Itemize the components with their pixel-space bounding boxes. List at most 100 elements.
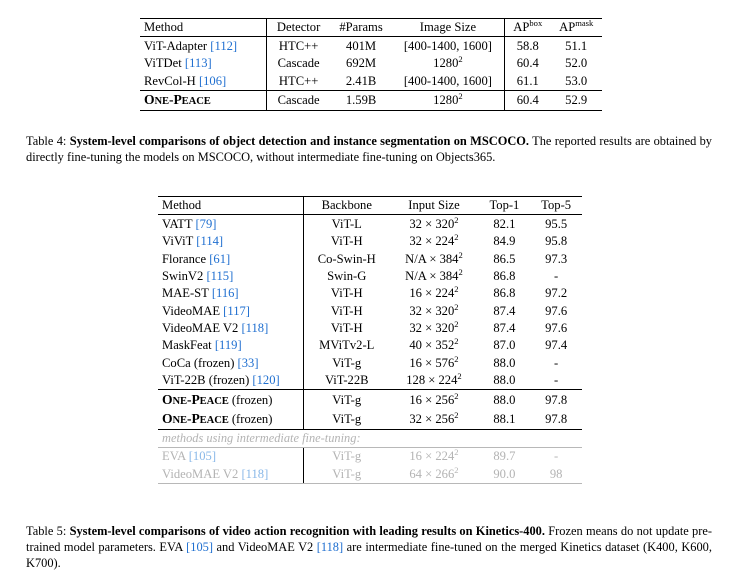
table-5-r3-top1: 86.8 <box>493 268 516 283</box>
table-5-r4-method: MAE-ST [116] <box>158 285 304 302</box>
table-5-r5-method: VideoMAE [117] <box>158 302 304 319</box>
citation-link[interactable]: [33] <box>238 356 259 370</box>
input-size-sup: 2 <box>454 284 459 295</box>
table-5-r0-method: VATT [79] <box>158 215 304 233</box>
table-4-body: ViT-Adapter [112] HTC++ 401M [400-1400, … <box>140 36 602 111</box>
table-5-r2-method: Florance [61] <box>158 250 304 267</box>
table-5-r8-top1: 88.0 <box>493 355 516 370</box>
image-size-base: 1280 <box>433 56 459 71</box>
citation-link[interactable]: [114] <box>196 234 223 248</box>
table-5-col-method: Method <box>158 195 304 216</box>
table-5-r5-top5: 97.6 <box>545 303 568 318</box>
caption-5-rest-2: and VideoMAE V2 <box>216 540 314 554</box>
table-4-r1-image-size: 12802 <box>392 55 505 72</box>
table-row: ViTDet [113] Cascade 692M 12802 60.4 52.… <box>140 54 602 73</box>
table-4-col-method: Method <box>140 17 267 38</box>
table-5-r1-top5: 95.8 <box>545 234 568 249</box>
table-5-r0-top1: 82.1 <box>493 216 516 231</box>
table-5-r3-top5: - <box>554 268 559 283</box>
table-5-r5-backbone: ViT-H <box>303 302 390 320</box>
citation-link[interactable]: [118] <box>241 321 268 335</box>
one-peace-logo: ONE-PEACE <box>162 392 229 407</box>
citation-link[interactable]: [79] <box>195 217 216 231</box>
table-5-r4-top5: 97.2 <box>545 286 568 301</box>
table-5-r4-backbone: ViT-H <box>303 284 390 303</box>
citation-link[interactable]: [61] <box>209 252 230 266</box>
logo-eace: EACE <box>199 395 229 407</box>
table-4-r2-params: 2.41B <box>330 72 392 91</box>
one-peace-logo: ONE-PEACE <box>162 411 229 426</box>
table-4-r0-ap-box: 58.8 <box>504 36 551 55</box>
input-size-sup: 2 <box>454 301 459 312</box>
input-size-sup: 2 <box>454 447 459 458</box>
citation-link[interactable]: [120] <box>252 373 279 387</box>
method-name: RevCol-H <box>144 73 196 88</box>
table-5-r7-backbone: MViTv2-L <box>303 337 390 355</box>
table-5-ours1-top1: 88.1 <box>478 409 531 430</box>
table-5-f0-top1: 89.7 <box>493 449 516 464</box>
table-row: MAE-ST [116] ViT-H 16 × 2242 86.8 97.2 <box>158 284 582 303</box>
table-4-ours-ap-box: 60.4 <box>504 90 551 111</box>
table-row: EVA [105] ViT-g 16 × 2242 89.7 - <box>158 447 582 466</box>
frozen-suffix: (frozen) <box>228 411 273 426</box>
table-4-col-ap-mask: APmask <box>550 17 602 38</box>
citation-link[interactable]: [119] <box>215 338 242 352</box>
method-name: CoCa (frozen) <box>162 355 235 370</box>
citation-link[interactable]: [117] <box>223 304 250 318</box>
paper-page: Method Detector #Params Image Size APbox… <box>0 0 737 573</box>
table-5-r9-backbone: ViT-22B <box>303 371 390 391</box>
table-5-f1-method: VideoMAE V2 [118] <box>158 465 304 484</box>
table-5-f0-backbone: ViT-g <box>303 447 390 466</box>
table-4-ours-row: ONE-PEACE Cascade 1.59B 12802 60.4 52.9 <box>140 90 602 111</box>
table-4-ours-detector: Cascade <box>265 90 331 111</box>
table-5-ours1-backbone: ViT-g <box>303 409 390 430</box>
logo-ne: NE <box>172 414 188 426</box>
table-row: RevCol-H [106] HTC++ 2.41B [400-1400, 16… <box>140 72 602 91</box>
table-4-r1-ap-box: 60.4 <box>504 54 551 73</box>
citation-link[interactable]: [116] <box>212 286 239 300</box>
citation-link[interactable]: [113] <box>185 56 212 70</box>
citation-link[interactable]: [105] <box>189 449 216 463</box>
table-5-col-backbone: Backbone <box>303 195 390 216</box>
table-5-r2-input: N/A × 3842 <box>389 250 478 267</box>
frozen-suffix: (frozen) <box>228 392 273 407</box>
citation-link[interactable]: [112] <box>210 39 237 53</box>
method-name: Florance <box>162 251 207 266</box>
citation-link[interactable]: [115] <box>206 269 233 283</box>
table-5-ours0-top5: 97.8 <box>545 392 568 407</box>
citation-link[interactable]: [118] <box>317 540 343 554</box>
logo-p: P <box>191 410 200 426</box>
table-4-r1-params: 692M <box>346 56 377 71</box>
citation-link[interactable]: [118] <box>241 467 268 481</box>
image-size-base: [400-1400, 1600] <box>403 73 492 88</box>
method-name: SwinV2 <box>162 268 204 283</box>
table-4-r0-image-size: [400-1400, 1600] <box>392 37 505 55</box>
logo-p: P <box>173 91 182 107</box>
image-size-sup: 2 <box>458 90 463 101</box>
caption-4-bold: System-level comparisons of object detec… <box>69 134 530 148</box>
input-size-sup: 2 <box>454 353 459 364</box>
input-size-sup: 2 <box>457 370 462 381</box>
table-5-r0-top5: 95.5 <box>545 216 568 231</box>
table-4-r0-params: 401M <box>346 38 377 53</box>
table-5-container: Method Backbone Input Size Top-1 Top-5 V… <box>158 195 582 484</box>
table-5-r4-input: 16 × 2242 <box>389 285 478 302</box>
table-5-r0-input: 32 × 3202 <box>389 215 478 233</box>
input-size-base: 32 × 224 <box>409 234 455 249</box>
table-5-r8-input: 16 × 5762 <box>389 354 478 371</box>
input-size-base: N/A × 384 <box>405 268 459 283</box>
table-5-f1-backbone: ViT-g <box>303 465 390 484</box>
citation-link[interactable]: [106] <box>199 74 226 88</box>
table-5-ours1-method: ONE-PEACE (frozen) <box>158 409 304 430</box>
input-size-base: N/A × 384 <box>405 251 459 266</box>
table-5-ours0-top1: 88.0 <box>493 392 516 407</box>
citation-link[interactable]: [105] <box>186 540 213 554</box>
input-size-sup: 2 <box>458 266 463 277</box>
logo-o: O <box>162 410 173 426</box>
table-4-ours-image-size: 12802 <box>391 90 505 111</box>
input-size-base: 16 × 576 <box>409 355 455 370</box>
table-5-r9-top5: - <box>530 371 582 391</box>
table-5-r5-top1: 87.4 <box>493 303 516 318</box>
table-4-ours-ap-mask: 52.9 <box>550 90 602 111</box>
table-5-col-top1: Top-1 <box>478 195 531 216</box>
